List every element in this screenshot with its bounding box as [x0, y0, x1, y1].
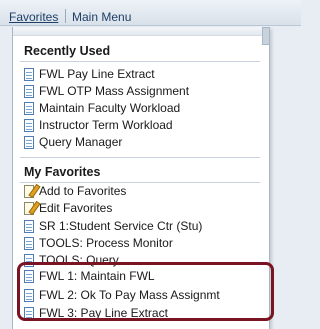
recent-item-label: FWL Pay Line Extract — [39, 67, 155, 81]
dropdown-top-strip — [13, 27, 269, 36]
dropdown-scroll-handle[interactable] — [262, 27, 270, 45]
add-to-favorites-label: Add to Favorites — [39, 184, 127, 198]
divider — [20, 157, 260, 158]
recent-item-fwl-otp-mass-assignment[interactable]: FWL OTP Mass Assignment — [24, 83, 189, 99]
edit-favorites-icon — [24, 201, 34, 215]
add-favorite-icon — [24, 184, 34, 198]
menu-bar: Favorites Main Menu — [0, 0, 301, 26]
document-icon — [24, 101, 34, 115]
recent-item-fwl-pay-line-extract[interactable]: FWL Pay Line Extract — [24, 66, 155, 82]
recent-item-label: Instructor Term Workload — [39, 118, 173, 132]
menu-separator — [65, 9, 66, 23]
document-icon — [24, 219, 34, 233]
document-icon — [24, 84, 34, 98]
document-icon — [24, 135, 34, 149]
favorite-item-sr-student-service-ctr[interactable]: SR 1:Student Service Ctr (Stu) — [24, 218, 202, 234]
document-icon — [24, 67, 34, 81]
document-icon — [24, 236, 34, 250]
divider — [20, 61, 260, 62]
recent-item-instructor-term-workload[interactable]: Instructor Term Workload — [24, 117, 173, 133]
edit-favorites-link[interactable]: Edit Favorites — [24, 200, 112, 216]
recent-item-label: Query Manager — [39, 135, 123, 149]
recent-item-label: FWL OTP Mass Assignment — [39, 84, 190, 98]
recent-item-label: Maintain Faculty Workload — [39, 101, 181, 115]
favorite-item-label: TOOLS: Process Monitor — [39, 236, 173, 250]
favorite-item-label: SR 1:Student Service Ctr (Stu) — [39, 219, 203, 233]
recently-used-header: Recently Used — [24, 44, 111, 58]
recent-item-maintain-faculty-workload[interactable]: Maintain Faculty Workload — [24, 100, 180, 116]
add-to-favorites-link[interactable]: Add to Favorites — [24, 183, 126, 199]
favorites-menu[interactable]: Favorites — [9, 10, 58, 24]
recent-item-query-manager[interactable]: Query Manager — [24, 134, 122, 150]
document-icon — [24, 118, 34, 132]
favorite-item-tools-process-monitor[interactable]: TOOLS: Process Monitor — [24, 235, 173, 251]
main-menu[interactable]: Main Menu — [72, 10, 131, 24]
highlight-annotation-box — [17, 262, 274, 321]
my-favorites-header: My Favorites — [24, 165, 101, 179]
edit-favorites-label: Edit Favorites — [39, 201, 113, 215]
